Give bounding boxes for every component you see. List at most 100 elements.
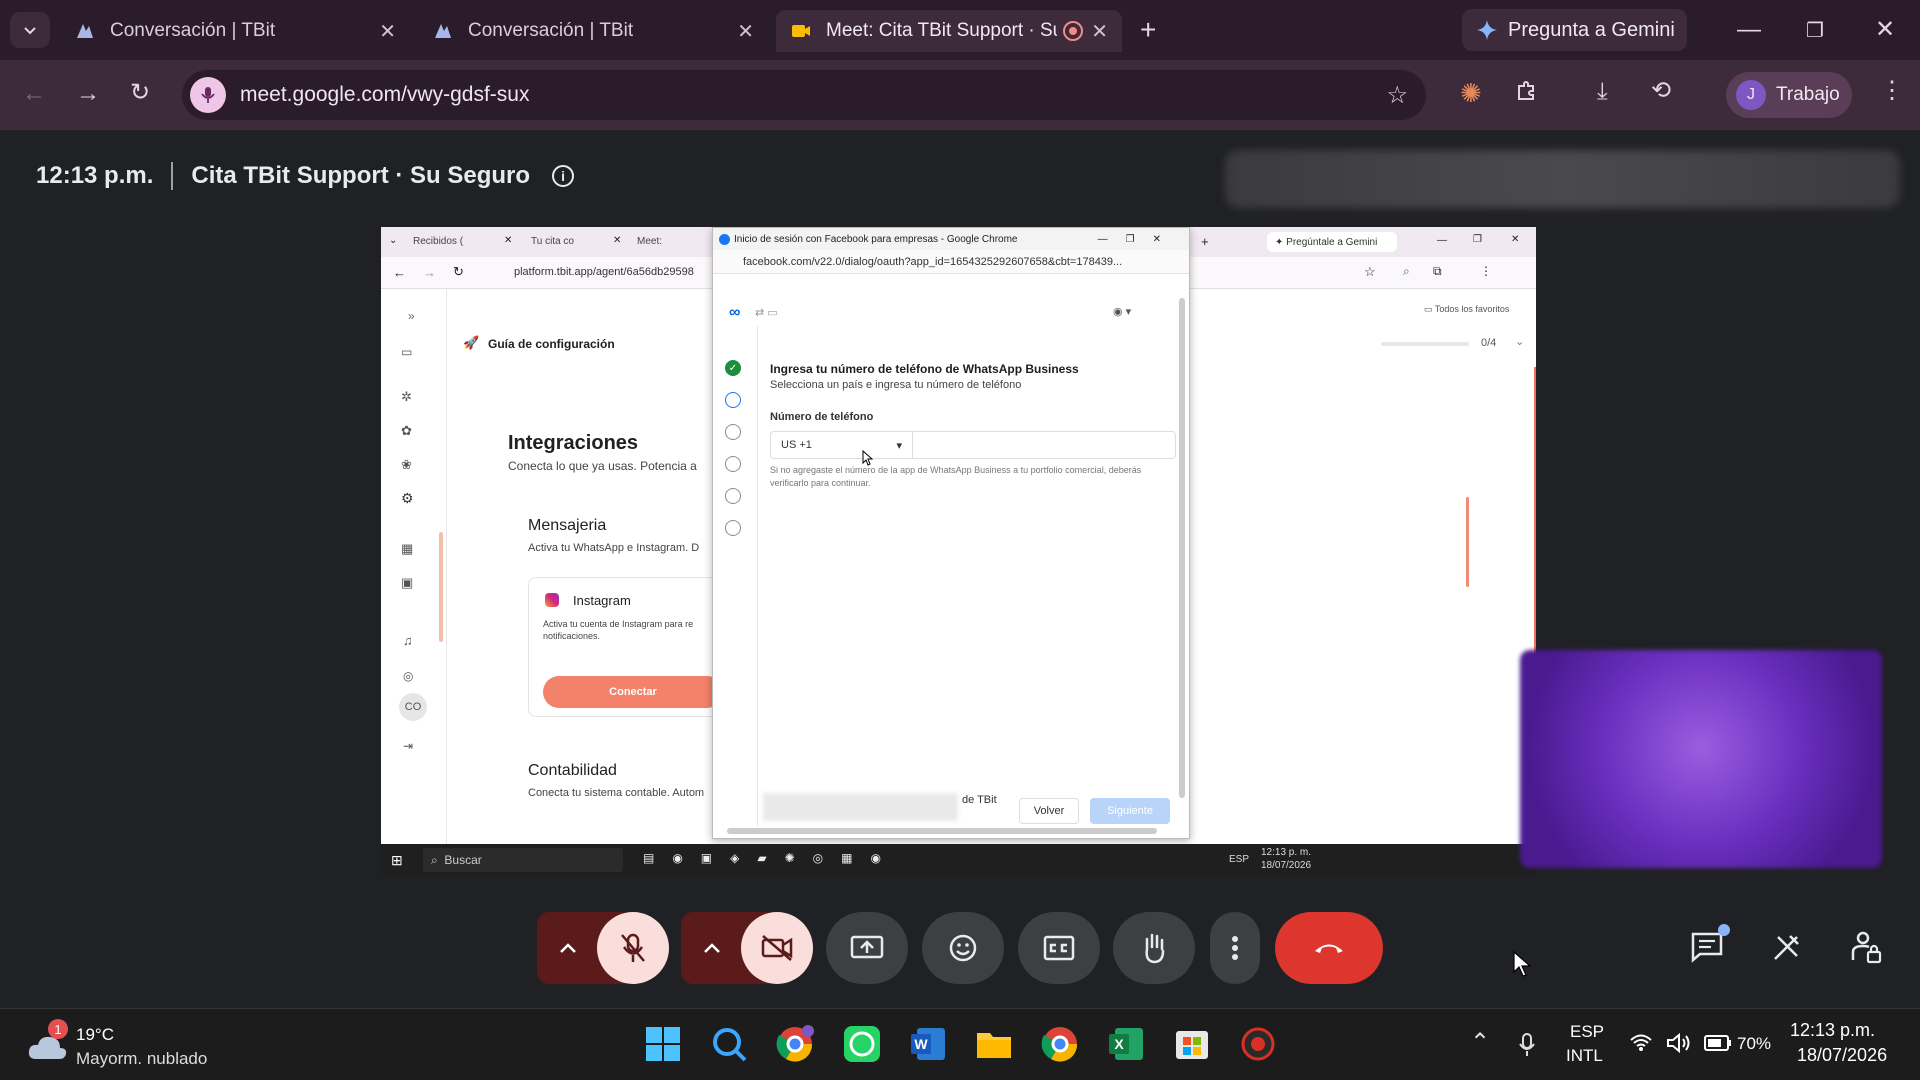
address-bar[interactable]: meet.google.com/vwy-gdsf-sux ☆ xyxy=(182,70,1426,120)
forward-icon[interactable]: → xyxy=(76,80,100,108)
search-icon[interactable] xyxy=(710,1025,748,1063)
avatar: J xyxy=(1736,80,1766,110)
wifi-icon[interactable] xyxy=(1630,1034,1652,1052)
clock-time[interactable]: 12:13 p.m. xyxy=(1790,1020,1875,1041)
profile-button[interactable]: J Trabajo xyxy=(1726,72,1852,118)
hang-up-icon xyxy=(1315,944,1343,953)
meeting-time: 12:13 p.m. xyxy=(36,162,154,189)
step-icon xyxy=(725,456,741,472)
step-icon xyxy=(725,520,741,536)
battery-icon[interactable] xyxy=(1704,1034,1732,1052)
activities-button[interactable] xyxy=(1770,932,1802,964)
guide-progress-count: 0/4 xyxy=(1481,337,1497,349)
gemini-button[interactable]: Pregunta a Gemini xyxy=(1462,9,1687,51)
restore-icon[interactable]: ❐ xyxy=(1806,18,1824,43)
language-top[interactable]: ESP xyxy=(1570,1022,1604,1042)
shared-tab-cita: Tu cita co xyxy=(531,236,574,247)
close-tab-icon[interactable]: ✕ xyxy=(737,19,754,44)
mouse-pointer-icon xyxy=(1513,950,1532,977)
bookmark-star-icon[interactable]: ☆ xyxy=(1386,81,1408,110)
meeting-info: 12:13 p.m. Cita TBit Support · Su Seguro… xyxy=(36,162,575,190)
volume-icon[interactable] xyxy=(1666,1032,1692,1054)
minimize-icon[interactable]: — xyxy=(1737,16,1761,44)
mic-toggle-button[interactable] xyxy=(597,912,669,984)
shared-taskbar-lang: ESP xyxy=(1229,854,1250,865)
chat-button[interactable] xyxy=(1690,924,1730,968)
more-options-button[interactable] xyxy=(1210,912,1260,984)
language-bottom[interactable]: INTL xyxy=(1566,1046,1603,1066)
shared-taskbar: ⊞ ⌕ Buscar ▤◉▣◈▰✺◎▦◉ ESP 12:13 p. m. 18/… xyxy=(381,844,1536,876)
tab-conversacion-1[interactable]: Conversación | TBit ✕ xyxy=(60,10,410,52)
screen-recorder-icon[interactable] xyxy=(1239,1025,1277,1063)
info-icon[interactable]: i xyxy=(552,165,575,187)
show-hidden-icons[interactable]: ⌃ xyxy=(1470,1028,1490,1057)
file-explorer-icon[interactable] xyxy=(975,1025,1013,1063)
chrome-work-icon[interactable] xyxy=(776,1025,814,1063)
tab-meet[interactable]: Meet: Cita TBit Support · Su ✕ xyxy=(776,10,1122,52)
extension-claude-icon[interactable]: ✺ xyxy=(1460,78,1482,109)
host-controls-button[interactable] xyxy=(1850,930,1882,964)
tab-title: Conversación | TBit xyxy=(468,20,634,41)
weather-desc: Mayorm. nublado xyxy=(76,1049,208,1068)
instagram-title: Instagram xyxy=(573,593,631,608)
popup-url-bar: facebook.com/v22.0/dialog/oauth?app_id=1… xyxy=(713,250,1189,274)
close-tab-icon[interactable]: ✕ xyxy=(379,19,396,44)
gemini-label: Pregunta a Gemini xyxy=(1508,18,1675,41)
captions-button[interactable] xyxy=(1018,912,1100,984)
messaging-subtitle: Activa tu WhatsApp e Instagram. D xyxy=(528,542,700,554)
history-icon[interactable]: ⟲ xyxy=(1651,76,1671,105)
browser-tab-bar: Conversación | TBit ✕ Conversación | TBi… xyxy=(0,0,1920,60)
back-button: Volver xyxy=(1019,798,1079,824)
tab-conversacion-2[interactable]: Conversación | TBit ✕ xyxy=(418,10,768,52)
accounting-subtitle: Conecta tu sistema contable. Autom xyxy=(528,787,705,799)
download-icon[interactable]: ⤓ xyxy=(1597,78,1608,106)
meeting-title: Cita TBit Support · Su Seguro xyxy=(191,162,531,189)
clock-date[interactable]: 18/07/2026 xyxy=(1797,1045,1887,1066)
instagram-icon xyxy=(545,593,559,607)
footer-text: de TBit xyxy=(962,794,997,806)
weather-widget[interactable]: 1 19°C Mayorm. nublado xyxy=(26,1019,236,1069)
gemini-icon xyxy=(1477,20,1497,40)
tbit-favicon-icon xyxy=(77,24,93,38)
browser-toolbar: ← → ↻ meet.google.com/vwy-gdsf-sux ☆ ✺ ⤓… xyxy=(0,60,1920,130)
extensions-puzzle-icon[interactable] xyxy=(1515,78,1539,102)
meta-logo-icon: ∞ xyxy=(729,304,741,321)
close-window-icon[interactable]: ✕ xyxy=(1875,15,1895,44)
chrome-icon[interactable] xyxy=(1041,1025,1079,1063)
reload-icon[interactable]: ↻ xyxy=(130,78,150,107)
emoji-reaction-button[interactable] xyxy=(922,912,1004,984)
back-icon[interactable]: ← xyxy=(22,80,46,108)
raise-hand-button[interactable] xyxy=(1113,912,1195,984)
self-video-tile[interactable] xyxy=(1520,650,1882,868)
excel-icon[interactable]: X xyxy=(1107,1025,1145,1063)
present-icon xyxy=(850,935,884,959)
microphone-permission-icon[interactable] xyxy=(190,77,226,113)
shared-avatar: CO xyxy=(399,693,427,721)
sidebar-accent xyxy=(439,532,443,642)
new-tab-icon[interactable]: + xyxy=(1140,14,1156,46)
windows-start-icon[interactable] xyxy=(644,1025,682,1063)
leave-call-button[interactable] xyxy=(1275,912,1383,984)
shared-tab-meet: Meet: xyxy=(637,236,663,247)
present-screen-button[interactable] xyxy=(826,912,908,984)
menu-kebab-icon[interactable]: ⋮ xyxy=(1880,76,1904,105)
tbit-favicon-icon xyxy=(435,24,451,38)
microsoft-store-icon[interactable] xyxy=(1173,1025,1211,1063)
messaging-title: Mensajeria xyxy=(528,517,607,534)
svg-text:W: W xyxy=(914,1036,928,1052)
camera-toggle-button[interactable] xyxy=(741,912,813,984)
shared-taskbar-date: 18/07/2026 xyxy=(1261,860,1312,871)
notification-dot xyxy=(1718,924,1730,936)
close-tab-icon[interactable]: ✕ xyxy=(1091,19,1108,44)
shared-taskbar-time: 12:13 p. m. xyxy=(1261,847,1312,858)
battery-percent: 70% xyxy=(1737,1034,1772,1053)
popup-titlebar: Inicio de sesión con Facebook para empre… xyxy=(713,228,1189,250)
next-button: Siguiente xyxy=(1090,798,1170,824)
tab-title: Conversación | TBit xyxy=(110,20,276,41)
whatsapp-icon[interactable] xyxy=(843,1025,881,1063)
word-icon[interactable]: W xyxy=(909,1025,947,1063)
microphone-tray-icon[interactable] xyxy=(1518,1032,1536,1058)
tab-search-icon[interactable] xyxy=(10,12,50,48)
more-vert-icon xyxy=(1232,936,1238,960)
step-icon xyxy=(725,488,741,504)
